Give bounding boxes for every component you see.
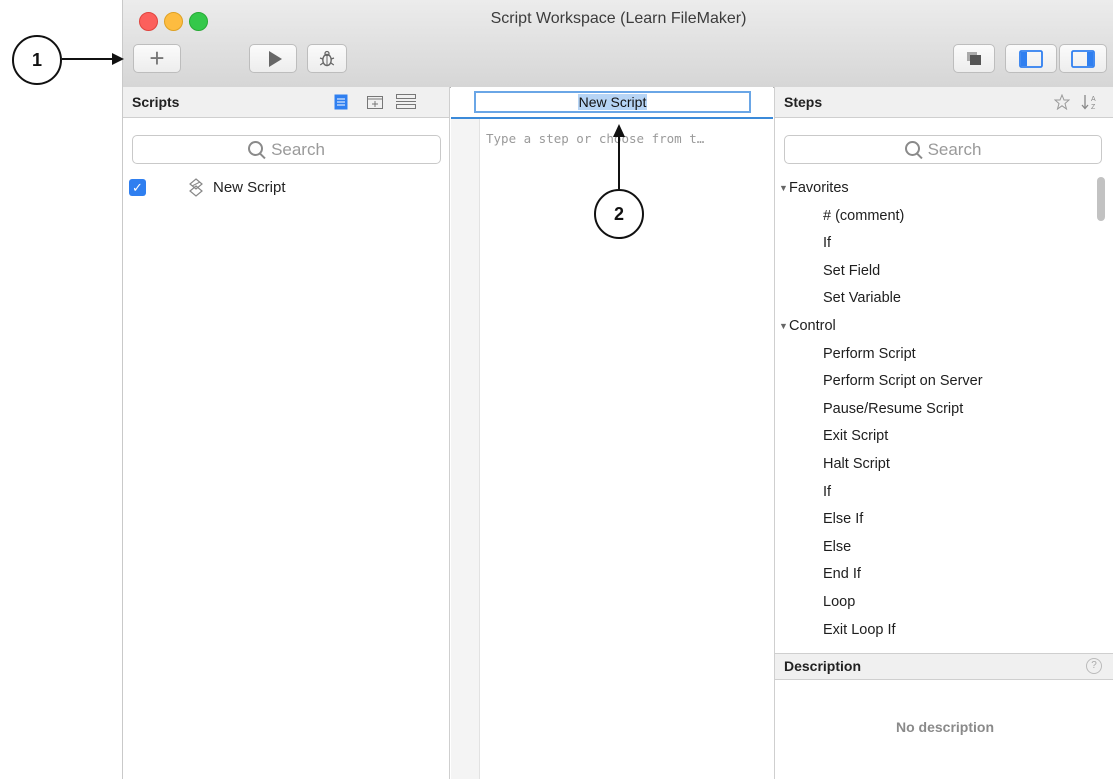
arrow-1-head [112,53,124,65]
arrow-2-head [613,124,625,137]
callout-2: 2 [594,189,644,239]
annotation-arrows [62,53,625,189]
